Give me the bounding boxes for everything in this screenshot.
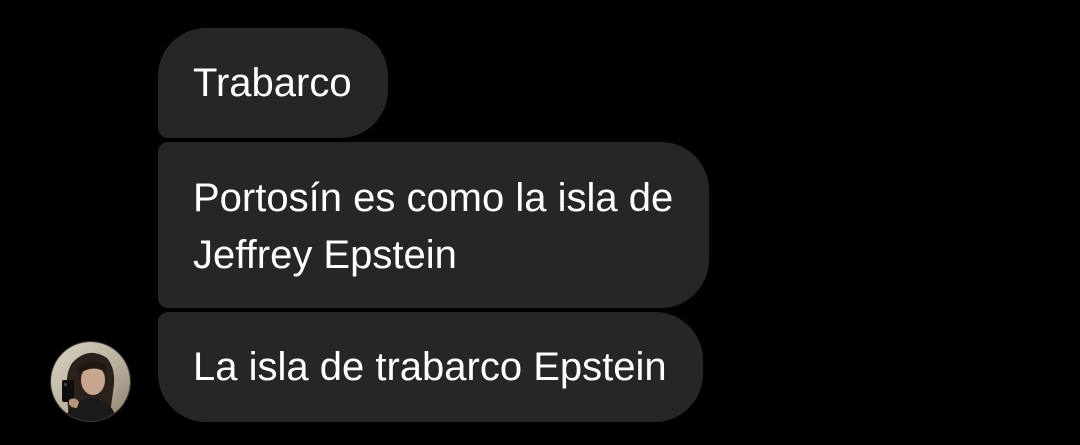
message-thread: Trabarco Portosín es como la isla de Jef… bbox=[0, 0, 1080, 445]
message-text: Jeffrey Epstein bbox=[193, 233, 457, 277]
message-text: La isla de trabarco Epstein bbox=[193, 345, 667, 389]
message-text: Portosín es como la isla de bbox=[193, 176, 674, 220]
profile-photo-avatar-icon bbox=[51, 342, 130, 421]
message-bubble[interactable]: La isla de trabarco Epstein bbox=[158, 312, 703, 422]
message-bubble[interactable]: Trabarco bbox=[158, 28, 388, 138]
message-bubble[interactable]: Portosín es como la isla de Jeffrey Epst… bbox=[158, 142, 710, 308]
sender-avatar[interactable] bbox=[51, 342, 130, 421]
message-text: Trabarco bbox=[193, 61, 352, 105]
